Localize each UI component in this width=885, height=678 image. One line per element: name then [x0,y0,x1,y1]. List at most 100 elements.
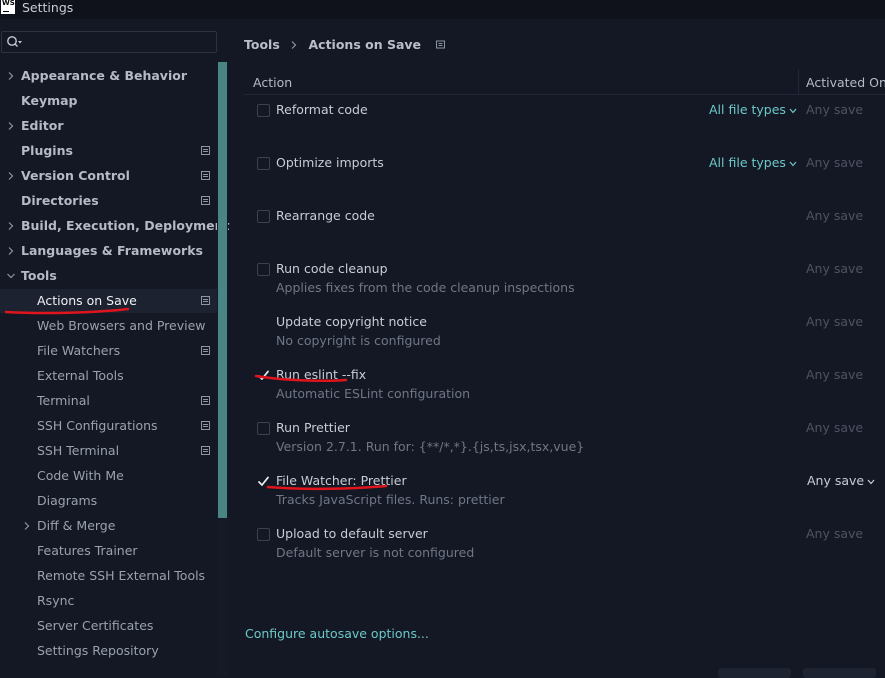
sidebar-item-settings-repository[interactable]: Settings Repository [0,639,218,663]
configure-autosave-link[interactable]: Configure autosave options... [245,625,429,643]
sidebar-item-label: Languages & Frameworks [21,243,203,258]
action-checkbox[interactable] [257,210,270,223]
sidebar-item-server-certificates[interactable]: Server Certificates [0,614,218,638]
chevron-right-icon[interactable] [6,64,16,88]
sidebar-item-label: Directories [21,193,99,208]
sidebar-item-code-with-me[interactable]: Code With Me [0,464,218,488]
file-types-label: All file types [709,155,786,170]
sidebar-item-label: Actions on Save [37,293,137,308]
sidebar-scrollbar-thumb[interactable] [218,62,227,518]
activated-on-dropdown[interactable]: Any save [807,472,875,490]
sidebar-item-label: SSH Configurations [37,418,158,433]
action-checkbox[interactable] [257,157,270,170]
action-checkbox[interactable] [257,104,270,117]
sidebar-item-diff-merge[interactable]: Diff & Merge [0,514,218,538]
chevron-right-icon[interactable] [6,214,16,238]
search-box[interactable] [1,31,217,53]
search-icon[interactable] [6,35,22,49]
sidebar-item-languages-frameworks[interactable]: Languages & Frameworks [0,239,218,263]
chevron-right-icon[interactable] [6,114,16,138]
action-row-run-prettier: Run Prettier Version 2.7.1. Run for: {**/… [244,415,885,468]
sidebar-item-ssh-configurations[interactable]: SSH Configurations [0,414,218,438]
sidebar-item-label: Settings Repository [37,643,159,658]
activated-on-disabled: Any save [806,526,864,541]
file-types-dropdown[interactable]: All file types [709,154,797,172]
project-settings-icon [436,40,446,49]
project-level-settings-icon [201,296,210,305]
project-level-settings-icon [201,196,210,205]
action-row-rearrange-code: Rearrange code Any save [244,203,885,256]
sidebar-item-editor[interactable]: Editor [0,114,218,138]
actions-table-header: Action Activated On [244,69,885,95]
chevron-down-icon [789,161,797,166]
sidebar-item-label: Remote SSH External Tools [37,568,206,583]
column-header-action[interactable]: Action [253,69,292,96]
action-title: Reformat code [276,102,368,117]
project-level-settings-icon [201,396,210,405]
sidebar-item-external-tools[interactable]: External Tools [0,364,218,388]
activated-on-disabled: Any save [806,314,864,329]
sidebar-item-label: Tools [21,268,57,283]
project-level-settings-icon [201,146,210,155]
sidebar-item-web-browsers-and-preview[interactable]: Web Browsers and Preview [0,314,218,338]
action-title: File Watcher: Prettier [276,473,407,488]
webstorm-logo-icon: WS [1,0,15,14]
sidebar-item-file-watchers[interactable]: File Watchers [0,339,218,363]
action-checkbox-checked[interactable] [257,475,270,488]
project-level-settings-icon [201,171,210,180]
project-level-settings-icon [201,446,210,455]
sidebar-item-label: Editor [21,118,64,133]
sidebar-item-label: SSH Terminal [37,443,120,458]
sidebar-item-plugins[interactable]: Plugins [0,139,218,163]
chevron-right-icon[interactable] [6,164,16,188]
sidebar-item-build-execution-deployment[interactable]: Build, Execution, Deployment [0,214,229,238]
column-divider[interactable] [798,69,799,94]
sidebar-item-keymap[interactable]: Keymap [0,89,218,113]
chevron-right-icon[interactable] [6,239,16,263]
sidebar-item-label: External Tools [37,368,124,383]
sidebar-item-version-control[interactable]: Version Control [0,164,218,188]
action-row-run-code-cleanup: Run code cleanup Applies fixes from the c… [244,256,885,309]
sidebar-item-tools[interactable]: Tools [0,264,218,288]
ok-button[interactable] [718,668,791,678]
sidebar-item-label: Appearance & Behavior [21,68,187,83]
sidebar-item-features-trainer[interactable]: Features Trainer [0,539,218,563]
settings-sidebar: Appearance & Behavior Keymap Editor Plugins… [0,19,229,675]
chevron-down-icon [867,479,875,484]
action-title: Upload to default server [276,526,428,541]
sidebar-item-appearance-behavior[interactable]: Appearance & Behavior [0,64,218,88]
sidebar-item-terminal[interactable]: Terminal [0,389,218,413]
cancel-button[interactable] [803,668,876,678]
action-description: Default server is not configured [276,545,475,560]
sidebar-item-ssh-terminal[interactable]: SSH Terminal [0,439,218,463]
chevron-down-icon[interactable] [6,264,16,288]
sidebar-item-diagrams[interactable]: Diagrams [0,489,218,513]
settings-search-input[interactable] [26,33,215,53]
chevron-right-icon[interactable] [22,514,32,538]
sidebar-item-remote-ssh-external-tools[interactable]: Remote SSH External Tools [0,564,218,588]
sidebar-item-actions-on-save[interactable]: Actions on Save [0,289,218,315]
action-description: Version 2.7.1. Run for: {**/*,*}.{js,ts,… [276,439,585,454]
sidebar-item-label: File Watchers [37,343,121,358]
action-title: Optimize imports [276,155,384,170]
action-checkbox[interactable] [257,528,270,541]
sidebar-item-label: Keymap [21,93,78,108]
breadcrumb-parent[interactable]: Tools [244,37,280,52]
action-checkbox[interactable] [257,263,270,276]
breadcrumb: Tools Actions on Save [244,36,447,54]
sidebar-item-directories[interactable]: Directories [0,189,218,213]
project-level-settings-icon [201,421,210,430]
activated-on-label: Any save [807,473,865,488]
file-types-dropdown[interactable]: All file types [709,101,797,119]
action-row-optimize-imports: Optimize imports All file types Any save [244,150,885,203]
action-row-update-copyright-notice: Update copyright notice No copyright is c… [244,309,885,362]
column-header-activated-on[interactable]: Activated On [806,69,885,96]
action-title: Run Prettier [276,420,350,435]
action-checkbox-checked[interactable] [257,369,270,382]
checkmark-icon [258,476,269,486]
action-description: Tracks JavaScript files. Runs: prettier [276,492,505,507]
window-title: Settings [22,0,74,15]
action-checkbox[interactable] [257,422,270,435]
activated-on-disabled: Any save [806,420,864,435]
sidebar-item-rsync[interactable]: Rsync [0,589,218,613]
